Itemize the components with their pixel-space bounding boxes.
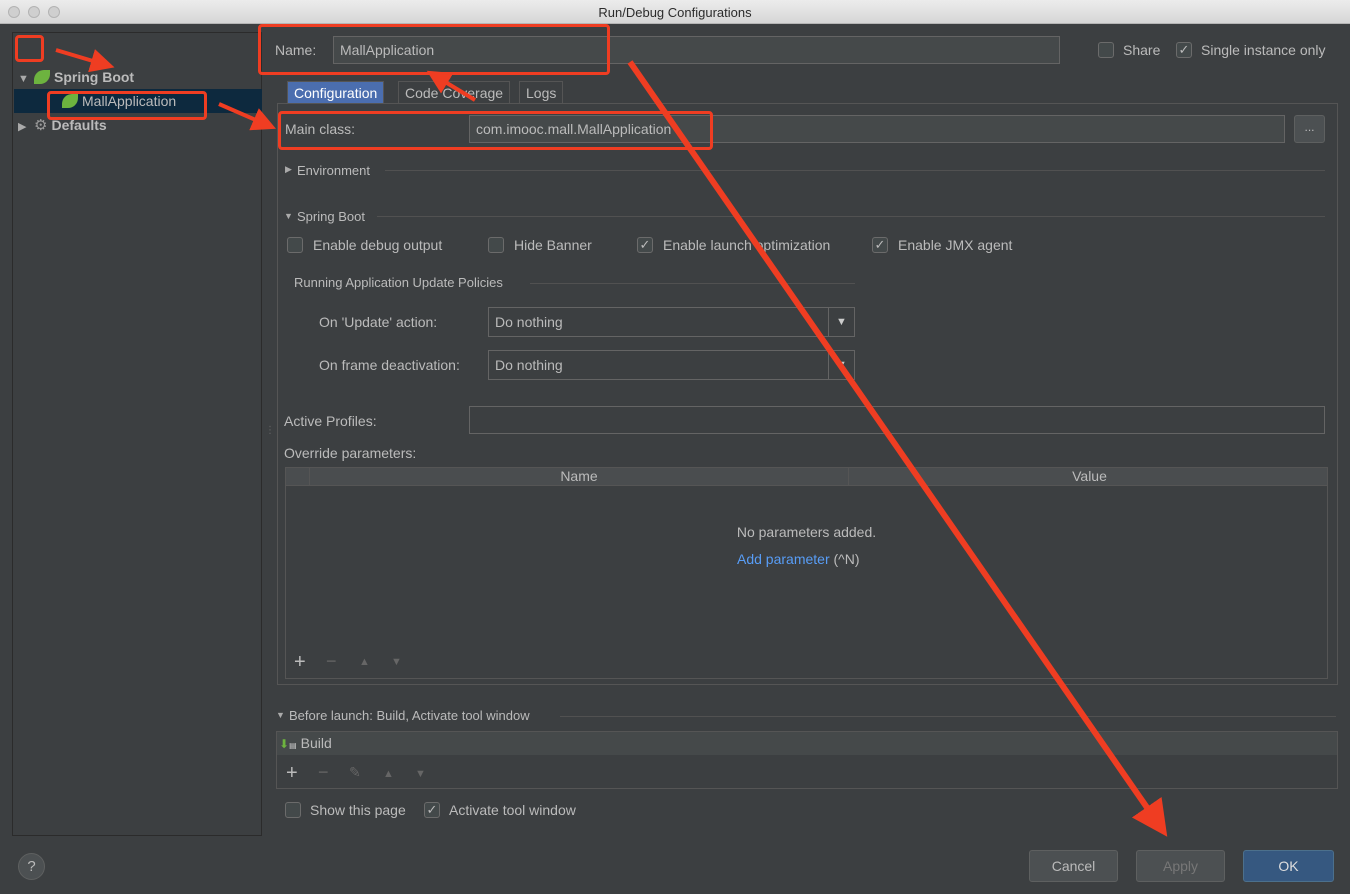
- show-this-page-checkbox[interactable]: [285, 802, 301, 818]
- show-this-page-label: Show this page: [310, 802, 406, 818]
- tree-item-mallapplication[interactable]: MallApplication: [14, 89, 262, 113]
- share-label: Share: [1123, 42, 1161, 58]
- move-up-icon[interactable]: ▲: [359, 656, 370, 668]
- launch-optimization-checkbox[interactable]: ✓: [637, 237, 653, 253]
- name-input[interactable]: MallApplication: [333, 36, 1060, 64]
- spring-boot-icon: [34, 70, 50, 84]
- zoom-window-button[interactable]: [48, 6, 60, 18]
- tab-code-coverage[interactable]: Code Coverage: [398, 81, 511, 103]
- update-action-label: On 'Update' action:: [319, 314, 438, 330]
- add-icon[interactable]: +: [286, 762, 298, 785]
- move-up-icon[interactable]: ▲: [383, 768, 394, 780]
- main-class-label: Main class:: [285, 121, 356, 137]
- collapse-arrow-icon[interactable]: ▶: [18, 115, 34, 139]
- single-instance-label: Single instance only: [1201, 42, 1326, 58]
- name-label: Name:: [275, 42, 317, 58]
- enable-debug-checkbox[interactable]: [287, 237, 303, 253]
- splitter-handle[interactable]: ⋮: [265, 425, 275, 436]
- table-toolbar: + − ▲ ▼: [286, 646, 1327, 678]
- launch-optimization-label: Enable launch optimization: [663, 237, 831, 253]
- hide-banner-checkbox[interactable]: [488, 237, 504, 253]
- table-header: Name Value: [286, 468, 1327, 486]
- before-launch-label[interactable]: Before launch: Build, Activate tool wind…: [289, 708, 530, 723]
- environment-section-label[interactable]: Environment: [297, 163, 370, 178]
- active-profiles-label: Active Profiles:: [284, 413, 377, 429]
- move-down-icon[interactable]: ▼: [391, 656, 402, 668]
- hide-banner-label: Hide Banner: [514, 237, 592, 253]
- update-policies-divider: [530, 283, 855, 284]
- add-parameter-link[interactable]: Add parameter: [737, 551, 830, 567]
- cancel-button[interactable]: Cancel: [1029, 850, 1118, 882]
- update-action-select[interactable]: Do nothing ▼: [488, 307, 855, 337]
- main-class-input[interactable]: com.imooc.mall.MallApplication: [469, 115, 1285, 143]
- spring-boot-collapse-icon[interactable]: ▼: [284, 211, 293, 221]
- before-launch-collapse-icon[interactable]: ▼: [276, 710, 285, 720]
- before-launch-divider: [560, 716, 1336, 717]
- defaults-wrench-icon: ⚙: [34, 117, 48, 134]
- override-parameters-label: Override parameters:: [284, 445, 417, 461]
- column-header-name[interactable]: Name: [310, 468, 849, 485]
- spring-boot-section-label[interactable]: Spring Boot: [297, 209, 365, 224]
- tree-group-defaults[interactable]: ▶ ⚙ Defaults: [18, 113, 258, 137]
- add-icon[interactable]: +: [294, 651, 306, 674]
- chevron-down-icon[interactable]: ▼: [828, 351, 854, 379]
- enable-debug-label: Enable debug output: [313, 237, 443, 253]
- close-window-button[interactable]: [8, 6, 20, 18]
- frame-deactivation-label: On frame deactivation:: [319, 357, 460, 373]
- share-checkbox[interactable]: [1098, 42, 1114, 58]
- list-item[interactable]: ⬇▤ Build: [277, 732, 1337, 755]
- remove-icon[interactable]: −: [326, 651, 337, 672]
- jmx-agent-checkbox[interactable]: ✓: [872, 237, 888, 253]
- empty-table-text: No parameters added.: [736, 524, 877, 540]
- activate-tool-window-label: Activate tool window: [449, 802, 576, 818]
- help-button[interactable]: ?: [18, 853, 45, 880]
- frame-deactivation-select[interactable]: Do nothing ▼: [488, 350, 855, 380]
- expand-arrow-icon[interactable]: ▼: [18, 67, 34, 91]
- environment-expand-icon[interactable]: ▶: [285, 164, 292, 175]
- jmx-agent-label: Enable JMX agent: [898, 237, 1013, 253]
- remove-icon[interactable]: −: [318, 762, 329, 783]
- before-launch-list: ⬇▤ Build + − ✎ ▲ ▼: [276, 731, 1338, 789]
- activate-tool-window-checkbox[interactable]: ✓: [424, 802, 440, 818]
- column-header-value[interactable]: Value: [850, 468, 1329, 484]
- configuration-tree: [12, 32, 262, 836]
- minimize-window-button[interactable]: [28, 6, 40, 18]
- build-icon: ⬇: [279, 737, 290, 751]
- environment-divider: [385, 170, 1325, 171]
- edit-icon[interactable]: ✎: [349, 764, 361, 781]
- override-parameters-table: Name Value No parameters added. Add para…: [285, 467, 1328, 679]
- window-title: Run/Debug Configurations: [598, 5, 752, 20]
- browse-main-class-button[interactable]: ...: [1294, 115, 1325, 143]
- move-down-icon[interactable]: ▼: [415, 768, 426, 780]
- active-profiles-input[interactable]: [469, 406, 1325, 434]
- add-parameter-shortcut: (^N): [829, 551, 860, 567]
- apply-button[interactable]: Apply: [1136, 850, 1225, 882]
- update-policies-label: Running Application Update Policies: [294, 275, 503, 290]
- tab-configuration[interactable]: Configuration: [287, 81, 385, 103]
- window-titlebar: Run/Debug Configurations: [0, 0, 1350, 24]
- tree-group-spring-boot[interactable]: ▼ Spring Boot: [18, 65, 258, 89]
- single-instance-checkbox[interactable]: ✓: [1176, 42, 1192, 58]
- ok-button[interactable]: OK: [1243, 850, 1334, 882]
- tab-logs[interactable]: Logs: [519, 81, 564, 103]
- spring-boot-divider: [377, 216, 1325, 217]
- chevron-down-icon[interactable]: ▼: [828, 308, 854, 336]
- spring-boot-app-icon: [62, 94, 78, 108]
